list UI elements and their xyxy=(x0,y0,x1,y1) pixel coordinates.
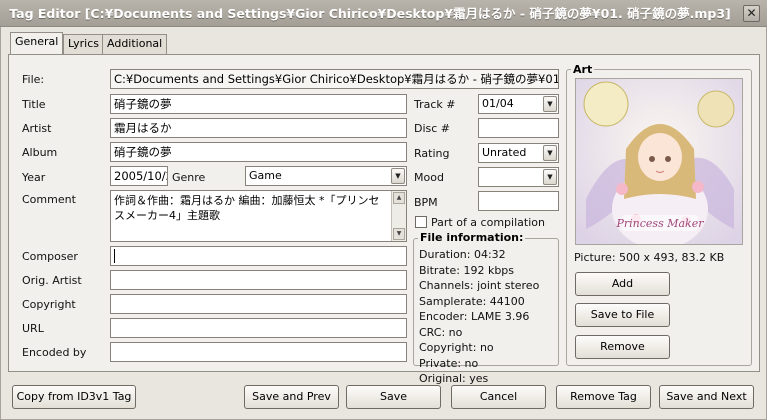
tab-general[interactable]: General xyxy=(10,32,64,55)
tab-additional[interactable]: Additional xyxy=(102,34,168,54)
year-field[interactable]: 2005/10/2 xyxy=(110,166,168,186)
composer-field[interactable] xyxy=(110,246,407,266)
copy-from-id3v1-button[interactable]: Copy from ID3v1 Tag xyxy=(12,385,136,409)
tab-lyrics[interactable]: Lyrics xyxy=(63,34,104,54)
encoded-by-field[interactable] xyxy=(110,342,407,362)
disc-field[interactable] xyxy=(478,118,559,138)
chevron-down-icon[interactable]: ▼ xyxy=(391,168,405,184)
text-cursor xyxy=(114,249,115,263)
rating-value: Unrated xyxy=(482,146,527,159)
rating-label: Rating xyxy=(414,147,450,160)
composer-label: Composer xyxy=(22,250,78,263)
cover-logo-text: Princess Maker xyxy=(616,217,705,230)
bpm-label: BPM xyxy=(414,196,438,209)
chevron-down-icon[interactable]: ▼ xyxy=(543,169,557,185)
url-label: URL xyxy=(22,322,44,335)
year-label: Year xyxy=(22,171,46,184)
album-field[interactable]: 硝子鏡の夢 xyxy=(110,142,407,162)
genre-label: Genre xyxy=(172,171,206,184)
comment-label: Comment xyxy=(22,193,76,206)
mood-select[interactable]: ▼ xyxy=(478,167,559,187)
crc-text: CRC: no xyxy=(419,325,463,339)
save-button[interactable]: Save xyxy=(346,385,441,409)
rating-select[interactable]: Unrated ▼ xyxy=(478,143,559,163)
chevron-down-icon[interactable]: ▼ xyxy=(543,145,557,161)
copyright-flag-text: Copyright: no xyxy=(419,341,494,354)
comment-text: 作詞＆作曲：霜月はるか 編曲：加藤恒太 *「プリンセスメーカー4」主題歌 xyxy=(114,194,380,222)
add-art-button[interactable]: Add xyxy=(575,272,670,296)
bpm-field[interactable] xyxy=(478,191,559,211)
bitrate-text: Bitrate: 192 kbps xyxy=(419,263,515,277)
album-art-illustration: Princess Maker xyxy=(576,79,742,244)
encoded-by-label: Encoded by xyxy=(22,346,87,359)
comment-textarea[interactable]: 作詞＆作曲：霜月はるか 編曲：加藤恒太 *「プリンセスメーカー4」主題歌 ▲ ▼ xyxy=(110,190,407,242)
title-bar: Tag Editor [C:¥Documents and Settings¥Gi… xyxy=(0,0,767,27)
save-art-to-file-button[interactable]: Save to File xyxy=(575,303,670,327)
track-label: Track # xyxy=(414,98,456,111)
samplerate-text: Samplerate: 44100 xyxy=(419,294,525,308)
private-text: Private: no xyxy=(419,356,479,370)
picture-info-text: Picture: 500 x 493, 83.2 KB xyxy=(574,251,725,264)
title-field[interactable]: 硝子鏡の夢 xyxy=(110,94,407,114)
compilation-checkbox[interactable] xyxy=(415,216,427,228)
track-value: 01/04 xyxy=(482,97,514,110)
file-path-field[interactable]: C:¥Documents and Settings¥Gior Chirico¥D… xyxy=(110,69,559,89)
orig-artist-field[interactable] xyxy=(110,270,407,290)
comment-scrollbar[interactable]: ▲ ▼ xyxy=(391,191,406,241)
save-and-prev-button[interactable]: Save and Prev xyxy=(244,385,339,409)
remove-art-button[interactable]: Remove xyxy=(575,335,670,359)
genre-select[interactable]: Game ▼ xyxy=(245,166,407,186)
mood-label: Mood xyxy=(414,171,444,184)
channels-text: Channels: joint stereo xyxy=(419,279,540,292)
disc-label: Disc # xyxy=(414,122,451,135)
window-title: Tag Editor [C:¥Documents and Settings¥Gi… xyxy=(9,6,731,21)
remove-tag-button[interactable]: Remove Tag xyxy=(556,385,651,409)
copyright-label: Copyright xyxy=(22,298,76,311)
file-info-title: File information: xyxy=(418,231,526,244)
url-field[interactable] xyxy=(110,318,407,338)
file-label: File: xyxy=(22,73,45,86)
duration-text: Duration: 04:32 xyxy=(419,248,506,261)
title-label: Title xyxy=(22,98,46,111)
scroll-up-icon[interactable]: ▲ xyxy=(393,192,405,204)
copyright-field[interactable] xyxy=(110,294,407,314)
orig-artist-label: Orig. Artist xyxy=(22,274,82,287)
save-and-next-button[interactable]: Save and Next xyxy=(659,385,754,409)
close-icon[interactable]: ✕ xyxy=(743,5,760,22)
album-label: Album xyxy=(22,146,58,159)
cancel-button[interactable]: Cancel xyxy=(451,385,546,409)
chevron-down-icon[interactable]: ▼ xyxy=(543,96,557,112)
encoder-text: Encoder: LAME 3.96 xyxy=(419,310,530,323)
artist-field[interactable]: 霜月はるか xyxy=(110,118,407,138)
track-select[interactable]: 01/04 ▼ xyxy=(478,94,559,114)
genre-value: Game xyxy=(249,169,282,182)
album-art-image[interactable]: Princess Maker xyxy=(575,78,743,245)
file-info-list: Duration: 04:32 Bitrate: 192 kbps Channe… xyxy=(419,247,539,387)
art-title: Art xyxy=(571,63,595,76)
compilation-label: Part of a compilation xyxy=(431,216,545,229)
scroll-down-icon[interactable]: ▼ xyxy=(393,228,405,240)
artist-label: Artist xyxy=(22,122,52,135)
